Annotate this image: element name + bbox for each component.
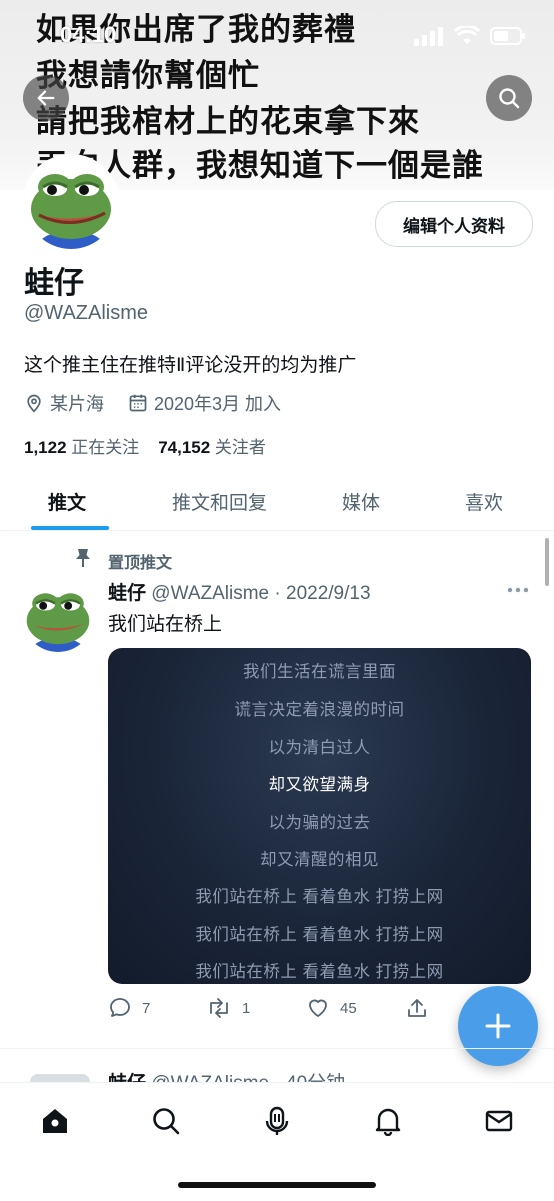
profile-joined: 2020年3月 加入: [154, 394, 282, 414]
next-tweet-author-handle: @WAZAlisme: [151, 1073, 269, 1082]
notifications-icon: [375, 1108, 401, 1136]
tweet-date[interactable]: · 2022/9/13: [274, 583, 370, 604]
tweet-divider: [0, 1048, 554, 1049]
nav-home[interactable]: [37, 1103, 73, 1139]
pin-icon: [76, 549, 90, 567]
profile-avatar[interactable]: [22, 154, 120, 252]
like-action[interactable]: 45: [306, 996, 357, 1020]
followers-link[interactable]: 74,152 关注者: [158, 438, 266, 457]
nav-messages[interactable]: [481, 1103, 517, 1139]
following-label: 正在关注: [71, 438, 140, 457]
share-action[interactable]: [405, 996, 429, 1020]
reply-count: 7: [142, 999, 151, 1017]
followers-label: 关注者: [214, 438, 266, 457]
next-tweet-avatar[interactable]: [30, 1074, 90, 1082]
tweet-author-handle[interactable]: @WAZAlisme: [151, 583, 269, 604]
location-icon: [27, 394, 41, 413]
next-tweet-time: · 40分钟: [274, 1073, 345, 1082]
next-tweet-header[interactable]: 蛙仔 @WAZAlisme · 40分钟: [108, 1068, 345, 1082]
tab-likes[interactable]: 喜欢: [465, 488, 503, 515]
tweet-text: 我们站在桥上: [108, 614, 223, 635]
nav-explore[interactable]: [148, 1103, 184, 1139]
search-button[interactable]: [486, 75, 532, 121]
retweet-icon: [210, 998, 228, 1018]
banner-text-line-2: 我想請你幫個忙: [36, 58, 260, 94]
profile-meta: 某片海 2020年3月 加入: [24, 390, 281, 416]
tab-tweets[interactable]: 推文: [48, 488, 86, 515]
lyric-line: 谎言决定着浪漫的时间: [234, 701, 405, 719]
banner-text-line-3: 請把我棺材上的花束拿下來: [36, 104, 420, 140]
like-icon: [309, 999, 327, 1017]
lyric-line: 我们生活在谎言里面: [243, 663, 396, 681]
status-time: 04:10: [60, 22, 117, 47]
following-count: 1,122: [24, 438, 67, 457]
profile-name: 蛙仔: [24, 267, 84, 300]
active-tab-indicator: [31, 526, 109, 530]
tab-media[interactable]: 媒体: [342, 488, 380, 515]
pepe-avatar-image: [22, 580, 94, 652]
nav-spaces[interactable]: [259, 1103, 295, 1139]
profile-location: 某片海: [50, 394, 104, 414]
back-icon: [37, 90, 55, 106]
profile-tabs: 推文 推文和回复 媒体 喜欢: [0, 474, 554, 531]
reply-action[interactable]: 7: [108, 996, 150, 1020]
profile-handle: @WAZAlisme: [24, 302, 149, 324]
cellular-icon: [414, 27, 443, 46]
messages-icon: [485, 1110, 513, 1132]
home-indicator: [178, 1182, 376, 1188]
lyric-line: 以为骗的过去: [268, 814, 371, 832]
lyric-line: 以为清白过人: [268, 739, 371, 757]
nav-notifications[interactable]: [370, 1103, 406, 1139]
retweet-count: 1: [242, 999, 251, 1017]
profile-bio: 这个推主住在推特Ⅱ评论没开的均为推广: [24, 355, 357, 376]
calendar-icon: [129, 394, 147, 412]
like-count: 45: [340, 999, 357, 1017]
pinned-label: 置顶推文: [108, 555, 173, 572]
lyric-line: 我们站在桥上 看着鱼水 打捞上网: [195, 926, 444, 944]
back-button[interactable]: [23, 75, 69, 121]
spaces-icon: [265, 1106, 289, 1135]
scrollbar[interactable]: [545, 538, 549, 586]
lyric-line: 我们站在桥上 看着鱼水 打捞上网: [195, 963, 444, 981]
lyric-line: 我们站在桥上 看着鱼水 打捞上网: [195, 888, 444, 906]
wifi-icon: [454, 26, 480, 44]
reply-icon: [110, 998, 130, 1017]
tweet-header: 蛙仔 @WAZAlisme · 2022/9/13: [108, 578, 371, 605]
share-icon: [408, 999, 426, 1017]
following-link[interactable]: 1,122 正在关注: [24, 438, 139, 457]
lyric-line-highlighted: 却又欲望满身: [268, 776, 371, 794]
compose-tweet-button[interactable]: [458, 986, 538, 1066]
compose-icon: [485, 1013, 511, 1039]
follow-stats: 1,122 正在关注 74,152 关注者: [24, 433, 266, 458]
battery-icon: [490, 27, 525, 45]
more-icon[interactable]: [506, 586, 530, 594]
tab-tweets-and-replies[interactable]: 推文和回复: [172, 488, 267, 515]
home-icon: [43, 1109, 67, 1133]
status-icons: [414, 26, 526, 46]
next-tweet-author-name: 蛙仔: [108, 1073, 146, 1082]
tweet-author-avatar[interactable]: [22, 580, 94, 652]
explore-icon: [153, 1108, 180, 1135]
tweet-media-video[interactable]: 我们生活在谎言里面 谎言决定着浪漫的时间 以为清白过人 却又欲望满身 以为骗的过…: [108, 648, 531, 984]
retweet-action[interactable]: 1: [206, 996, 250, 1020]
lyric-line: 却又清醒的相见: [260, 851, 379, 869]
pepe-avatar-image: [25, 157, 117, 249]
search-icon: [499, 88, 520, 109]
tweet-author-name[interactable]: 蛙仔: [108, 583, 146, 604]
edit-profile-button[interactable]: 编辑个人资料: [375, 201, 533, 247]
followers-count: 74,152: [158, 438, 211, 457]
